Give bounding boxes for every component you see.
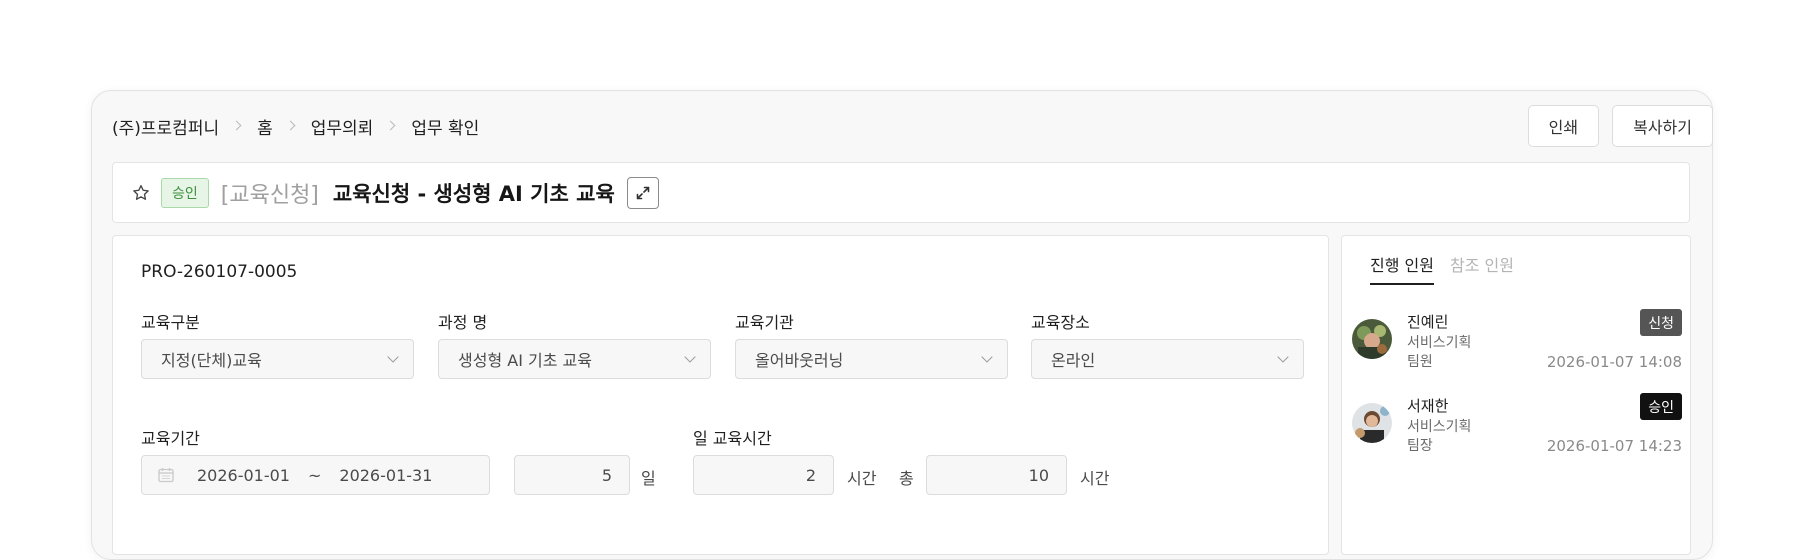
chevron-down-icon: [981, 351, 993, 363]
star-icon[interactable]: [131, 183, 151, 203]
status-badge: 승인: [1640, 393, 1682, 420]
timestamp: 2026-01-07 14:23: [1546, 437, 1682, 455]
header-actions: 인쇄 복사하기: [1527, 105, 1713, 147]
course-name-value: 생성형 AI 기초 교육: [458, 351, 592, 370]
field-label-location: 교육장소: [1031, 313, 1090, 332]
institution-select[interactable]: 올어바웃러닝: [735, 339, 1008, 379]
field-label-daily-hours: 일 교육시간: [693, 429, 772, 448]
total-hours-input[interactable]: 10: [926, 455, 1067, 495]
chevron-down-icon: [387, 351, 399, 363]
person-role: 팀장: [1407, 438, 1433, 454]
main-panel: [112, 235, 1329, 555]
list-item[interactable]: 서재한 서비스기획 팀장 승인 2026-01-07 14:23: [1352, 393, 1682, 465]
course-name-select[interactable]: 생성형 AI 기초 교육: [438, 339, 711, 379]
total-label: 총: [899, 469, 914, 488]
field-label-type: 교육구분: [141, 313, 200, 332]
field-label-period: 교육기간: [141, 429, 200, 448]
breadcrumb-current: 업무 확인: [411, 118, 480, 139]
date-separator: ~: [307, 465, 322, 485]
expand-button[interactable]: [626, 176, 659, 209]
expand-icon: [636, 186, 650, 199]
person-role: 팀원: [1407, 354, 1433, 370]
person-department: 서비스기획: [1407, 335, 1472, 351]
avatar: [1352, 403, 1392, 443]
person-name: 진예린: [1407, 313, 1449, 331]
chevron-down-icon: [684, 351, 696, 363]
title-category: [교육신청]: [220, 182, 319, 208]
page-title: 교육신청 - 생성형 AI 기초 교육: [332, 181, 615, 206]
hours-unit: 시간: [847, 469, 877, 488]
person-name: 서재한: [1407, 397, 1449, 415]
education-type-value: 지정(단체)교육: [161, 351, 262, 370]
list-item[interactable]: 진예린 서비스기획 팀원 신청 2026-01-07 14:08: [1352, 309, 1682, 381]
location-value: 온라인: [1051, 351, 1096, 370]
institution-value: 올어바웃러닝: [755, 351, 844, 370]
title-bar: 승인 [교육신청] 교육신청 - 생성형 AI 기초 교육: [112, 162, 1690, 223]
start-date: 2026-01-01: [197, 465, 290, 485]
avatar: [1352, 319, 1392, 359]
tab-reference-members[interactable]: 참조 인원: [1450, 252, 1514, 285]
chevron-down-icon: [1277, 351, 1289, 363]
breadcrumb-request[interactable]: 업무의뢰: [311, 114, 374, 139]
breadcrumb: (주)프로컴퍼니 홈 업무의뢰 업무 확인: [112, 114, 479, 139]
days-unit: 일: [641, 469, 656, 488]
field-label-course: 과정 명: [438, 313, 488, 332]
total-hours-unit: 시간: [1080, 469, 1110, 488]
tab-progress-members[interactable]: 진행 인원: [1370, 252, 1434, 285]
chevron-right-icon: [281, 118, 303, 134]
field-label-institution: 교육기관: [735, 313, 794, 332]
copy-button[interactable]: 복사하기: [1612, 105, 1713, 147]
print-button[interactable]: 인쇄: [1527, 105, 1600, 147]
top-bar: (주)프로컴퍼니 홈 업무의뢰 업무 확인 인쇄 복사하기: [112, 104, 1713, 148]
chevron-right-icon: [227, 118, 249, 134]
end-date: 2026-01-31: [339, 465, 433, 485]
location-select[interactable]: 온라인: [1031, 339, 1304, 379]
person-department: 서비스기획: [1407, 419, 1472, 435]
timestamp: 2026-01-07 14:08: [1546, 353, 1682, 371]
status-badge: 승인: [161, 177, 209, 208]
date-range-picker[interactable]: 2026-01-01 ~ 2026-01-31: [141, 455, 490, 495]
document-number: PRO-260107-0005: [141, 262, 298, 282]
days-input[interactable]: 5: [514, 455, 630, 495]
chevron-right-icon: [381, 118, 403, 134]
daily-hours-input[interactable]: 2: [693, 455, 834, 495]
breadcrumb-company[interactable]: (주)프로컴퍼니: [112, 114, 219, 139]
calendar-icon: [158, 468, 174, 483]
breadcrumb-home[interactable]: 홈: [257, 114, 273, 139]
side-tabs: 진행 인원 참조 인원: [1370, 252, 1514, 285]
status-badge: 신청: [1640, 309, 1682, 336]
education-type-select[interactable]: 지정(단체)교육: [141, 339, 414, 379]
